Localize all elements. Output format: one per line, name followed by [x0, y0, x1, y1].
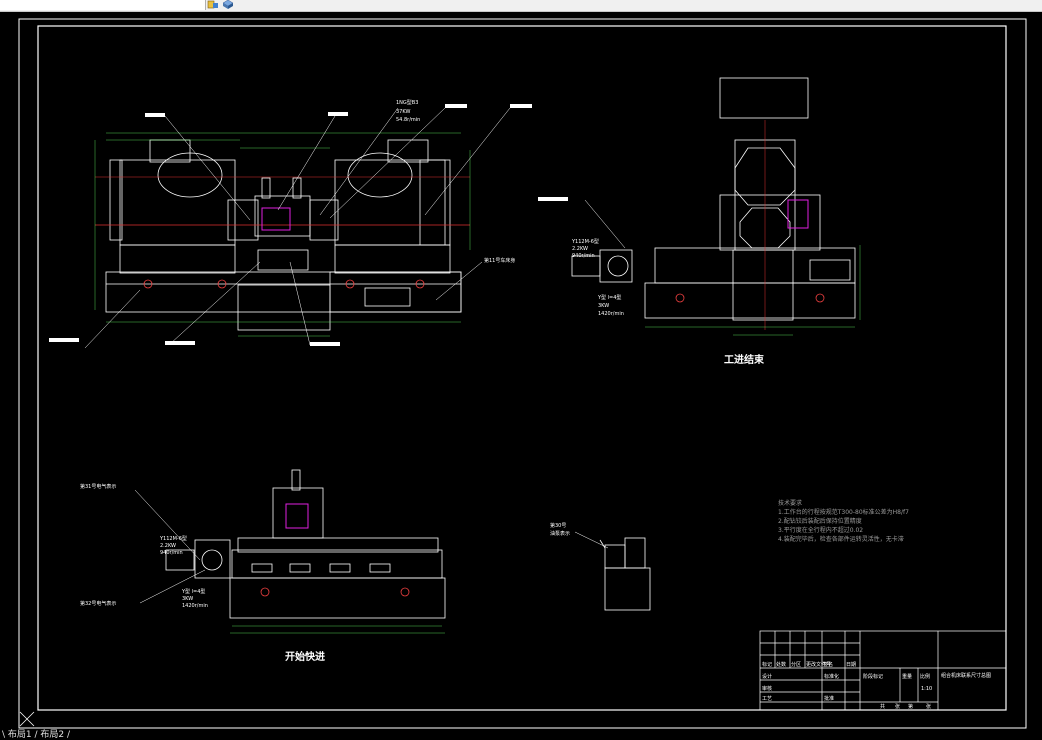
side-motor2-power: 3KW	[598, 303, 609, 309]
tb-label-total: 共	[880, 703, 885, 710]
side-motor-model: Y112M-6型	[571, 238, 599, 245]
start-motor-speed: 940r/min	[160, 550, 183, 556]
ucs-icon	[19, 711, 35, 727]
tb-label-standard: 标准化	[824, 673, 839, 680]
start-motor-power: 2.2KW	[160, 543, 176, 549]
layer-cube-icon[interactable]	[222, 0, 234, 9]
front-view	[105, 139, 462, 331]
tb-drawing-name: 组合机床联系尺寸总图	[941, 672, 991, 679]
tb-label-zone: 分区	[791, 661, 801, 668]
layout-tab-text[interactable]: \ 布局1 / 布局2 /	[2, 730, 70, 740]
start-motor2-power: 3KW	[182, 596, 193, 602]
start-motor-model: Y112M-6型	[159, 535, 187, 542]
start-view	[165, 469, 446, 619]
title-block	[759, 630, 1007, 711]
tb-label-sheet: 张	[926, 703, 931, 710]
start-label-b: 第32号电气表示	[80, 600, 116, 607]
pump-station	[599, 537, 651, 611]
front-motor-speed: 54.8r/min	[396, 117, 420, 123]
tb-label-date: 日期	[846, 662, 856, 668]
side-view-caption: 工进结束	[724, 353, 765, 366]
side-motor2-speed: 1420r/min	[598, 311, 624, 317]
tb-scale-value: 1:10	[921, 686, 932, 692]
start-view-caption: 开始快进	[285, 650, 325, 663]
tb-label-process: 工艺	[762, 696, 772, 702]
tb-label-sign: 签名	[823, 661, 833, 668]
paper-border	[18, 18, 1027, 729]
command-input[interactable]	[0, 0, 206, 10]
tb-label-count: 处数	[776, 661, 786, 668]
tb-label-sheet-no: 第	[908, 703, 913, 710]
tb-label-stage: 阶段标记	[863, 673, 883, 680]
toolbar	[0, 0, 1042, 12]
tb-label-review: 审核	[762, 685, 772, 692]
front-motor-model: 1NG型B3	[396, 99, 418, 106]
notes-line-3: 3.平行度在全行程内不超过0.02	[778, 526, 863, 534]
tb-label-design: 设计	[762, 673, 772, 680]
start-motor2-model: Y型 l=4型	[181, 588, 205, 595]
tb-label-mark: 标记	[762, 661, 772, 668]
front-base-note: 第11号车床身	[484, 257, 515, 264]
side-motor-power: 2.2KW	[572, 246, 588, 252]
start-label-a: 第31号电气表示	[80, 483, 116, 490]
side-view	[571, 77, 856, 321]
tb-label-approve: 批准	[824, 695, 834, 702]
model-space-canvas[interactable]: 1NG型B3 37KW 54.8r/min 第11号车床身 Y112M-6型 2…	[0, 12, 1042, 730]
cad-drawing: 1NG型B3 37KW 54.8r/min 第11号车床身 Y112M-6型 2…	[18, 18, 1027, 729]
start-motor2-speed: 1420r/min	[182, 603, 208, 609]
pump-label-b: 油泵表示	[550, 530, 570, 537]
side-motor-speed: 940r/min	[572, 253, 595, 259]
layer-tool-icon[interactable]	[207, 0, 219, 9]
notes-line-1: 1.工作台的行程按规范T300-80标准公差为H8/f7	[778, 508, 909, 516]
tb-label-scale: 比例	[920, 673, 930, 680]
tb-label-weight: 重量	[902, 673, 912, 680]
notes-line-4: 4.装配完毕后，检查各部件运转灵活性，无卡滞	[778, 535, 904, 543]
layout-tabs[interactable]: \ 布局1 / 布局2 /	[0, 730, 1042, 740]
notes-line-2: 2.配钻铰后装配后保持位置精度	[778, 517, 862, 525]
side-motor2-model: Y型 l=4型	[597, 294, 621, 301]
front-motor-power: 37KW	[396, 109, 410, 115]
notes-title: 技术要求	[778, 499, 802, 507]
tb-label-sheets: 张	[895, 703, 900, 710]
pump-label-a: 第30号	[550, 522, 566, 529]
technical-notes: 技术要求 1.工作台的行程按规范T300-80标准公差为H8/f7 2.配钻铰后…	[778, 499, 909, 543]
